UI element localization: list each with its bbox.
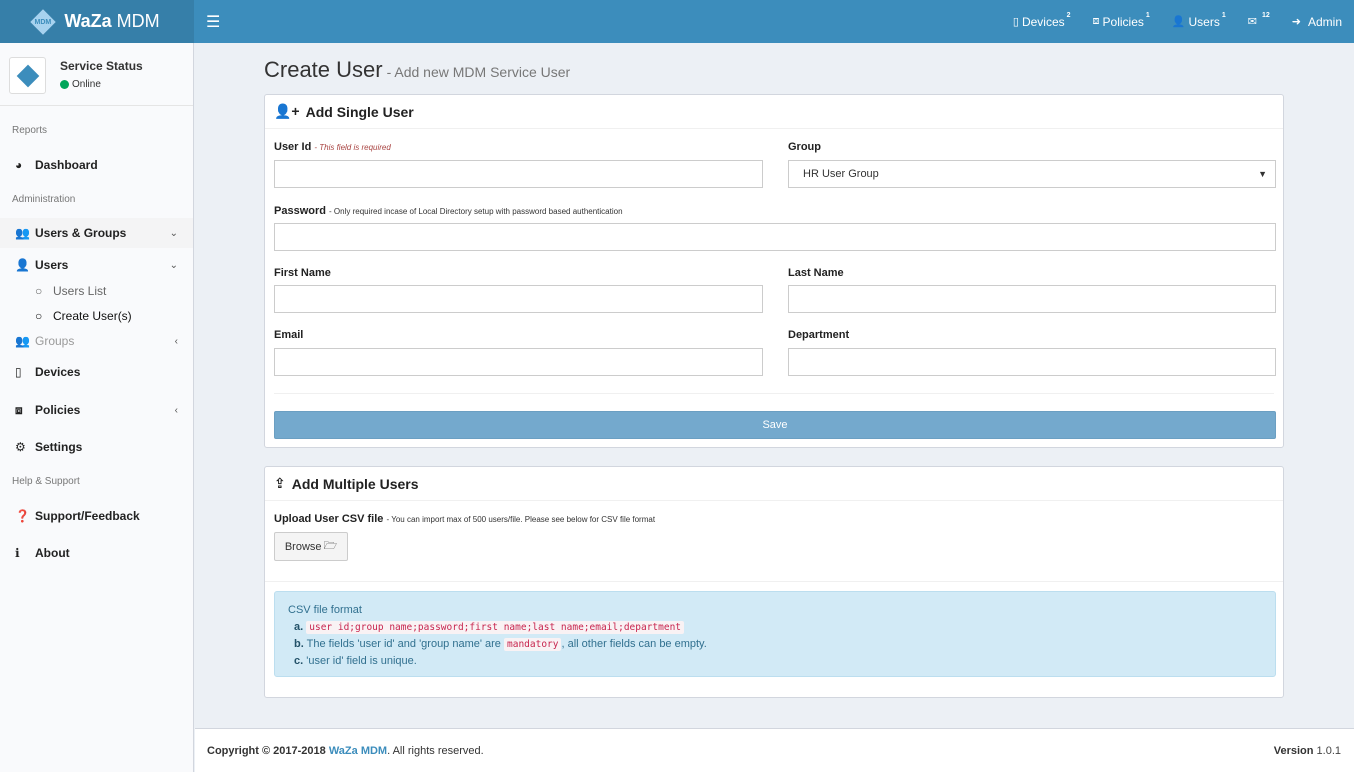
sidebar-item-about[interactable]: ℹ About xyxy=(0,538,193,568)
csv-columns-code: user id;group name;password;first name;l… xyxy=(306,621,685,634)
csv-format-item-b: b. The fields 'user id' and 'group name'… xyxy=(294,638,707,651)
add-single-user-header: 👤+ Add Single User xyxy=(265,95,1283,129)
chevron-down-icon: ⌄ xyxy=(169,259,178,271)
copyright-text: Copyright © 2017-2018 WaZa MDM. All righ… xyxy=(207,744,484,757)
password-hint: - Only required incase of Local Director… xyxy=(329,207,623,216)
group-select[interactable]: HR User Group ▼ xyxy=(788,160,1276,188)
csv-format-item-c: c. 'user id' field is unique. xyxy=(294,655,417,667)
nav-policies[interactable]: ⧈ Policies 1 xyxy=(1092,12,1150,29)
department-label: Department xyxy=(788,329,850,341)
add-single-user-box: 👤+ Add Single User User Id - This field i… xyxy=(264,94,1284,448)
add-multiple-users-header: ⇪ Add Multiple Users xyxy=(265,467,1283,501)
required-hint: - This field is required xyxy=(314,143,391,152)
browse-button[interactable]: Browse 🗁 xyxy=(274,532,348,561)
sidebar-item-policies[interactable]: ⧈ Policies ‹ xyxy=(0,395,193,425)
mobile-icon: ▯ xyxy=(15,365,22,379)
sidebar-item-groups[interactable]: 👥 Groups ‹ xyxy=(0,326,193,356)
circle-icon: ○ xyxy=(35,284,43,298)
online-dot-icon xyxy=(60,80,69,89)
user-plus-icon: 👤+ xyxy=(274,103,300,119)
sidebar: Service Status Online Reports ◕ Dashboard… xyxy=(0,43,194,772)
messages-count-badge: 12 xyxy=(1261,12,1270,19)
devices-count-badge: 2 xyxy=(1066,12,1071,19)
policy-icon: ⧈ xyxy=(1092,15,1100,27)
sidebar-header-help: Help & Support xyxy=(12,476,80,487)
footer-brand-link[interactable]: WaZa MDM xyxy=(329,745,387,757)
nav-users[interactable]: 👤 Users 1 xyxy=(1171,12,1226,29)
user-id-input[interactable] xyxy=(274,160,763,188)
caret-down-icon: ▼ xyxy=(1258,169,1267,179)
nav-messages[interactable]: ✉ 12 xyxy=(1247,12,1270,28)
footer: Copyright © 2017-2018 WaZa MDM. All righ… xyxy=(195,728,1354,772)
mandatory-code: mandatory xyxy=(504,638,562,651)
logo-icon: MDM xyxy=(30,8,57,35)
sign-out-icon: ➜ xyxy=(1291,16,1301,28)
email-input[interactable] xyxy=(274,348,763,376)
first-name-input[interactable] xyxy=(274,285,763,313)
last-name-label: Last Name xyxy=(788,267,844,279)
sidebar-item-devices[interactable]: ▯ Devices xyxy=(0,357,193,387)
user-icon: 👤 xyxy=(1171,16,1186,28)
users-icon: 👥 xyxy=(15,334,30,348)
circle-icon: ○ xyxy=(35,309,43,323)
version-info: Version 1.0.1 xyxy=(1273,744,1341,757)
top-navbar: MDM WaZa MDM ☰ ▯ Devices 2 ⧈ Policies 1 👤 U… xyxy=(0,0,1354,43)
user-id-label: User Id - This field is required xyxy=(274,141,391,153)
password-input[interactable] xyxy=(274,223,1276,251)
csv-format-item-a: a. user id;group name;password;first nam… xyxy=(288,619,1262,636)
dashboard-icon: ◕ xyxy=(15,158,23,172)
page-title: Create User - Add new MDM Service User xyxy=(264,57,571,82)
password-label: Password - Only required incase of Local… xyxy=(274,205,623,217)
envelope-icon: ✉ xyxy=(1247,16,1257,28)
sidebar-toggle-icon[interactable]: ☰ xyxy=(206,12,220,32)
nav-devices[interactable]: ▯ Devices 2 xyxy=(1012,12,1071,29)
csv-format-callout: CSV file format a. user id;group name;pa… xyxy=(274,591,1276,677)
email-label: Email xyxy=(274,329,304,341)
nav-admin[interactable]: ➜ Admin xyxy=(1292,15,1342,29)
policies-count-badge: 1 xyxy=(1145,12,1150,19)
folder-open-icon: 🗁 xyxy=(323,540,338,552)
info-circle-icon: ℹ xyxy=(15,546,20,560)
brand-name: MDM xyxy=(116,11,160,31)
users-count-badge: 1 xyxy=(1221,12,1226,19)
page-subtitle: - Add new MDM Service User xyxy=(386,64,571,80)
users-icon: 👥 xyxy=(15,226,30,240)
chevron-left-icon: ‹ xyxy=(174,335,178,347)
upload-csv-hint: - You can import max of 500 users/file. … xyxy=(386,515,656,524)
brand-logo[interactable]: MDM WaZa MDM xyxy=(0,0,194,43)
service-logo xyxy=(9,57,46,94)
group-label: Group xyxy=(788,141,821,153)
first-name-label: First Name xyxy=(274,267,331,279)
top-nav-menu: ▯ Devices 2 ⧈ Policies 1 👤 Users 1 ✉ 12 ➜ Ad… xyxy=(991,0,1342,43)
csv-format-title: CSV file format xyxy=(288,604,362,616)
cogs-icon: ⚙ xyxy=(15,440,26,454)
sidebar-header-reports: Reports xyxy=(12,125,48,136)
section-divider xyxy=(265,581,1283,582)
sidebar-item-dashboard[interactable]: ◕ Dashboard xyxy=(0,150,193,180)
mobile-icon: ▯ xyxy=(1012,16,1019,28)
sidebar-item-settings[interactable]: ⚙ Settings xyxy=(0,432,193,462)
sidebar-header-administration: Administration xyxy=(12,194,76,205)
chevron-left-icon: ‹ xyxy=(174,404,178,416)
sidebar-item-users-groups[interactable]: 👥 Users & Groups ⌄ xyxy=(0,218,193,248)
service-status-title: Service Status xyxy=(60,59,143,73)
chevron-down-icon: ⌄ xyxy=(169,227,178,239)
save-button[interactable]: Save xyxy=(274,411,1276,439)
service-status: Online xyxy=(60,79,101,90)
user-icon: 👤 xyxy=(15,258,30,272)
upload-csv-label: Upload User CSV file - You can import ma… xyxy=(274,513,656,525)
brand-name-bold: WaZa xyxy=(64,11,112,31)
form-divider xyxy=(274,393,1274,394)
department-input[interactable] xyxy=(788,348,1276,376)
service-status-panel: Service Status Online xyxy=(0,43,193,106)
last-name-input[interactable] xyxy=(788,285,1276,313)
sidebar-item-support[interactable]: ❓ Support/Feedback xyxy=(0,501,193,531)
upload-icon: ⇪ xyxy=(274,475,286,491)
policy-icon: ⧈ xyxy=(15,402,23,417)
question-circle-icon: ❓ xyxy=(15,509,30,523)
add-multiple-users-box: ⇪ Add Multiple Users Upload User CSV file… xyxy=(264,466,1284,698)
